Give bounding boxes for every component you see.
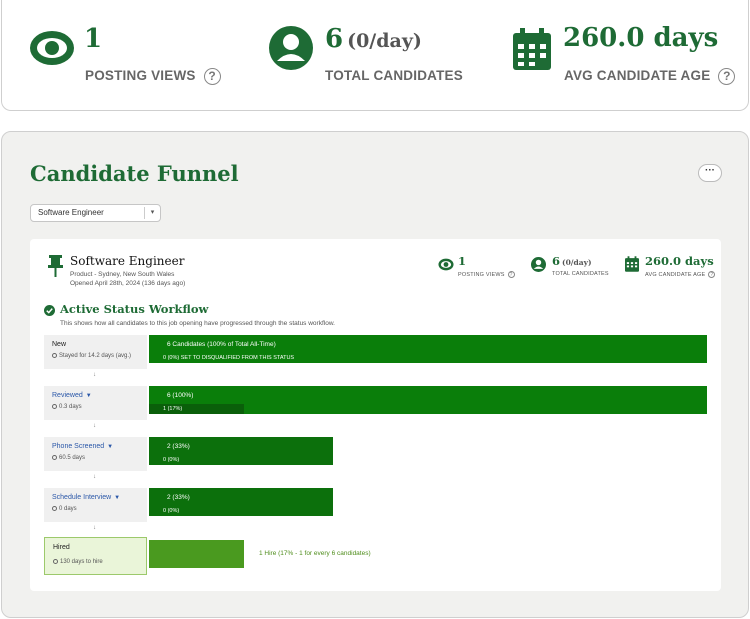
bar-disqualified: 1 (17%) <box>163 406 183 412</box>
stage-reviewed: Reviewed ▼ 0.3 days <box>44 386 147 420</box>
caret-down-icon: ▼ <box>107 444 114 450</box>
caret-down-icon: ▼ <box>85 393 92 399</box>
pin-icon <box>48 255 63 277</box>
funnel-bar-new[interactable]: 6 Candidates (100% of Total All-Time) 0 … <box>149 335 707 363</box>
mini-views-label: POSTING VIEWS? <box>458 271 515 278</box>
mini-views-value: 1 <box>458 254 467 268</box>
bar-count: 2 (33%) <box>167 494 190 501</box>
posting-views-label: POSTING VIEWS? <box>85 68 221 85</box>
check-circle-icon <box>44 305 55 316</box>
job-funnel-card: Software Engineer Product - Sydney, New … <box>30 239 721 591</box>
bar-count: 2 (33%) <box>167 443 190 450</box>
job-meta: Product - Sydney, New South Wales Opened… <box>70 270 185 288</box>
bar-disqualified: 0 (0%) <box>163 457 180 463</box>
bar-count: 6 Candidates (100% of Total All-Time) <box>167 341 276 348</box>
arrow-down-icon: ↓ <box>93 525 96 531</box>
mini-candidates-value: 6 (0/day) <box>552 254 592 268</box>
mini-stat-age: 260.0 days AVG CANDIDATE AGE? <box>625 253 717 283</box>
stage-name: New <box>52 341 67 348</box>
stage-name: Hired <box>53 544 70 551</box>
job-title: Software Engineer <box>70 254 185 268</box>
stat-avg-candidate-age: 260.0 days AVG CANDIDATE AGE? <box>492 0 750 110</box>
stage-name-link[interactable]: Phone Screened ▼ <box>52 443 147 450</box>
clock-icon <box>53 559 58 564</box>
person-icon <box>269 26 313 70</box>
funnel-bar-hired[interactable] <box>149 540 244 568</box>
calendar-icon <box>513 28 551 70</box>
stats-card: 1 POSTING VIEWS? 6 (0/day) TOTAL CANDIDAT… <box>1 0 749 111</box>
clock-icon <box>52 404 57 409</box>
bar-disqualified: 0 (0%) SET TO DISQUALIFIED FROM THIS STA… <box>163 355 295 361</box>
calendar-icon <box>625 256 639 272</box>
help-icon[interactable]: ? <box>203 68 221 85</box>
workflow-title: Active Status Workflow <box>60 302 209 316</box>
eye-icon <box>30 31 74 65</box>
help-icon[interactable]: ? <box>708 271 716 278</box>
stage-time: Stayed for 14.2 days (avg.) <box>52 353 147 359</box>
stat-total-candidates: 6 (0/day) TOTAL CANDIDATES <box>232 0 492 110</box>
clock-icon <box>52 506 57 511</box>
hire-summary: 1 Hire (17% - 1 for every 6 candidates) <box>259 550 371 557</box>
stage-hired: Hired 130 days to hire <box>44 537 147 575</box>
stage-schedule-interview: Schedule Interview ▼ 0 days <box>44 488 147 522</box>
caret-down-icon: ▼ <box>114 495 121 501</box>
arrow-down-icon: ↓ <box>93 423 96 429</box>
bar-count: 6 (100%) <box>167 392 194 399</box>
bar-disqualified: 0 (0%) <box>163 508 180 514</box>
avg-age-label: AVG CANDIDATE AGE? <box>564 68 736 85</box>
funnel-bar-reviewed[interactable]: 6 (100%) 1 (17%) <box>149 386 707 414</box>
panel-title: Candidate Funnel <box>30 161 239 186</box>
stage-new: New Stayed for 14.2 days (avg.) <box>44 335 147 369</box>
stage-phone-screened: Phone Screened ▼ 60.5 days <box>44 437 147 471</box>
avg-age-value: 260.0 days <box>563 23 719 53</box>
stage-time: 0 days <box>52 506 147 512</box>
clock-icon <box>52 455 57 460</box>
mini-candidates-label: TOTAL CANDIDATES <box>552 271 609 277</box>
stage-name-link[interactable]: Reviewed ▼ <box>52 392 147 399</box>
funnel-bar-schedule-interview[interactable]: 2 (33%) 0 (0%) <box>149 488 333 516</box>
workflow-description: This shows how all candidates to this jo… <box>60 320 335 327</box>
mini-age-value: 260.0 days <box>645 254 714 268</box>
stat-posting-views: 1 POSTING VIEWS? <box>2 0 232 110</box>
posting-views-value: 1 <box>84 24 103 54</box>
clock-icon <box>52 353 57 358</box>
stage-time: 60.5 days <box>52 455 147 461</box>
total-candidates-label: TOTAL CANDIDATES <box>325 68 463 83</box>
help-icon[interactable]: ? <box>507 271 515 278</box>
stage-time: 130 days to hire <box>53 559 146 565</box>
stage-name-link[interactable]: Schedule Interview ▼ <box>52 494 147 501</box>
stage-time: 0.3 days <box>52 404 147 410</box>
arrow-down-icon: ↓ <box>93 474 96 480</box>
mini-stat-candidates: 6 (0/day) TOTAL CANDIDATES <box>531 253 611 283</box>
person-icon <box>531 257 546 272</box>
eye-icon <box>438 258 454 271</box>
arrow-down-icon: ↓ <box>93 372 96 378</box>
job-select-value: Software Engineer <box>38 208 104 217</box>
total-candidates-value: 6 (0/day) <box>325 24 422 54</box>
mini-stat-views: 1 POSTING VIEWS? <box>438 253 518 283</box>
more-options-button[interactable]: ··· <box>698 164 722 182</box>
job-opened: Opened April 28th, 2024 (136 days ago) <box>70 280 186 287</box>
funnel-bar-phone-screened[interactable]: 2 (33%) 0 (0%) <box>149 437 333 465</box>
mini-age-label: AVG CANDIDATE AGE? <box>645 271 716 278</box>
job-location: Product - Sydney, New South Wales <box>70 271 175 278</box>
chevron-down-icon: ▾ <box>144 207 160 219</box>
job-select-dropdown[interactable]: Software Engineer ▾ <box>30 204 161 222</box>
candidate-funnel-panel: Candidate Funnel ··· Software Engineer ▾… <box>1 131 749 618</box>
help-icon[interactable]: ? <box>718 68 736 85</box>
